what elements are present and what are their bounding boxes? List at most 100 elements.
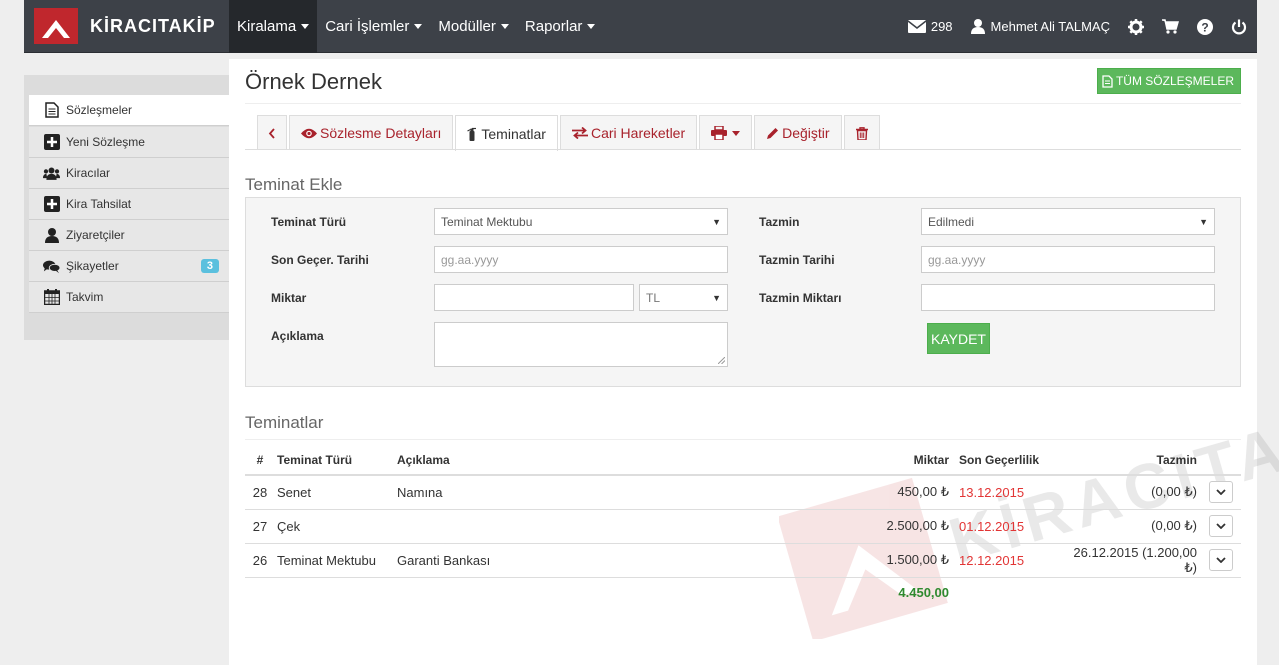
cell-empty: [245, 577, 275, 607]
nav-menu-moduller[interactable]: Modüller: [430, 0, 517, 53]
nav-menu-cari-islemler[interactable]: Cari İşlemler: [317, 0, 430, 53]
sidebar-item-sozlesmeler[interactable]: Sözleşmeler: [29, 95, 229, 126]
description-textarea[interactable]: [434, 322, 728, 367]
cell-amount: 1.500,00 ₺: [809, 543, 951, 578]
expiry-date-placeholder: gg.aa.yyyy: [441, 252, 499, 267]
sidebar-item-label: Ziyaretçiler: [66, 228, 125, 242]
user-name: Mehmet Ali TALMAÇ: [990, 19, 1110, 34]
back-tab[interactable]: [257, 115, 287, 150]
cell-indemnity: (0,00 ₺): [1061, 509, 1201, 544]
select-arrow-icon: ▼: [712, 217, 721, 227]
cell-description: Garanti Bankası: [389, 543, 809, 578]
guarantee-type-label: Teminat Türü: [271, 215, 347, 229]
cell-indemnity: (0,00 ₺): [1061, 475, 1201, 510]
expiry-date-label: Son Geçer. Tarihi: [271, 253, 369, 267]
calendar-icon: [43, 289, 60, 306]
row-actions-button[interactable]: [1209, 481, 1233, 504]
sidebar-item-kira-tahsilat[interactable]: Kira Tahsilat: [29, 189, 229, 220]
expiry-date-input[interactable]: gg.aa.yyyy: [434, 246, 728, 273]
sidebar-item-ziyaretciler[interactable]: Ziyaretçiler: [29, 220, 229, 251]
sidebar: Sözleşmeler Yeni Sözleşme Kiracılar Kira…: [24, 75, 229, 340]
sidebar-item-sikayetler[interactable]: Şikayetler 3: [29, 251, 229, 282]
resize-handle-icon: [718, 357, 725, 364]
amount-label: Miktar: [271, 291, 307, 305]
row-actions-button[interactable]: [1209, 515, 1233, 537]
print-dropdown[interactable]: [699, 115, 753, 150]
sidebar-item-kiracilar[interactable]: Kiracılar: [29, 158, 229, 189]
cell-actions: [1201, 509, 1241, 544]
amount-input[interactable]: [434, 284, 634, 311]
chevron-down-icon: [1216, 557, 1226, 563]
row-actions-button[interactable]: [1209, 549, 1233, 571]
tab-guarantees[interactable]: Teminatlar: [455, 115, 558, 151]
nav-menu-label: Kiralama: [237, 18, 297, 35]
col-header-description: Açıklama: [389, 445, 809, 476]
indemnity-date-placeholder: gg.aa.yyyy: [928, 252, 986, 267]
cell-indemnity: 26.12.2015 (1.200,00 ₺): [1061, 543, 1201, 578]
user-menu[interactable]: Mehmet Ali TALMAÇ: [970, 19, 1110, 34]
sidebar-item-label: Yeni Sözleşme: [66, 135, 145, 149]
col-header-no: #: [245, 445, 275, 476]
page-title: Örnek Dernek: [245, 69, 382, 94]
save-button[interactable]: KAYDET: [927, 323, 990, 354]
tab-account-transactions[interactable]: Cari Hareketler: [559, 115, 698, 150]
cell-empty: [275, 577, 389, 607]
indemnity-amount-input[interactable]: [921, 284, 1215, 311]
col-header-expiry: Son Geçerlilik: [951, 445, 1061, 476]
indemnity-select[interactable]: Edilmedi ▼: [921, 208, 1215, 235]
sidebar-item-takvim[interactable]: Takvim: [29, 282, 229, 313]
sidebar-item-label: Sözleşmeler: [66, 103, 133, 117]
trash-icon: [855, 126, 868, 140]
cart-button[interactable]: [1162, 19, 1179, 34]
cell-expiry: 13.12.2015: [951, 475, 1061, 510]
guarantee-type-select[interactable]: Teminat Mektubu ▼: [434, 208, 728, 235]
nav-menu-kiralama[interactable]: Kiralama: [229, 0, 318, 53]
delete-button[interactable]: [843, 115, 880, 150]
user-icon: [970, 19, 985, 34]
cell-description: Namına: [389, 475, 809, 510]
tab-edit[interactable]: Değiştir: [754, 115, 842, 150]
svg-text:?: ?: [1201, 20, 1208, 34]
settings-button[interactable]: [1128, 18, 1144, 35]
cell-empty: [951, 577, 1061, 607]
brand[interactable]: KİRACITAKİP: [34, 8, 216, 44]
sidebar-item-yeni-sozlesme[interactable]: Yeni Sözleşme: [29, 127, 229, 158]
print-icon: [711, 126, 728, 140]
cell-no: 26: [245, 543, 275, 578]
divider: [245, 439, 1241, 440]
table-row: 27 Çek 2.500,00 ₺ 01.12.2015 (0,00 ₺): [245, 509, 1241, 544]
pencil-icon: [767, 127, 779, 139]
question-circle-icon: ?: [1197, 18, 1213, 35]
currency-select[interactable]: TL ▼: [639, 284, 728, 311]
document-icon: [43, 102, 60, 119]
chevron-down-icon: [1216, 523, 1226, 529]
exchange-icon: [571, 127, 588, 139]
help-button[interactable]: ?: [1197, 18, 1213, 35]
table-row: 28 Senet Namına 450,00 ₺ 13.12.2015 (0,0…: [245, 475, 1241, 510]
indemnity-amount-label: Tazmin Miktarı: [759, 291, 842, 305]
logout-button[interactable]: [1231, 19, 1247, 35]
cell-empty: [389, 577, 809, 607]
indemnity-date-input[interactable]: gg.aa.yyyy: [921, 246, 1215, 273]
nav-menu-label: Cari İşlemler: [325, 18, 410, 35]
cell-type: Çek: [275, 509, 389, 544]
eye-icon: [301, 128, 317, 138]
add-guarantee-title: Teminat Ekle: [245, 175, 343, 194]
tab-contract-details[interactable]: Sözlesme Detayları: [289, 115, 454, 150]
cell-empty: [1061, 577, 1201, 607]
caret-down-icon: [500, 24, 509, 29]
cell-amount: 2.500,00 ₺: [809, 509, 951, 544]
all-contracts-button[interactable]: TÜM SÖZLEŞMELER: [1096, 68, 1241, 94]
sidebar-item-label: Takvim: [66, 290, 104, 304]
table-row: 26 Teminat Mektubu Garanti Bankası 1.500…: [245, 543, 1241, 578]
table-total-row: 4.450,00: [245, 577, 1241, 607]
select-arrow-icon: ▼: [1199, 217, 1208, 227]
nav-menu-raporlar[interactable]: Raporlar: [517, 0, 604, 53]
col-header-indemnity: Tazmin: [1061, 445, 1201, 476]
main-content: KİRACITAKİP Örnek Dernek TÜM SÖZLEŞMELER…: [229, 59, 1279, 665]
tabs-divider: [245, 149, 1241, 150]
messages-link[interactable]: 298: [907, 19, 953, 34]
plus-square-icon: [43, 196, 60, 213]
users-icon: [43, 165, 60, 182]
envelope-icon: [907, 20, 926, 33]
